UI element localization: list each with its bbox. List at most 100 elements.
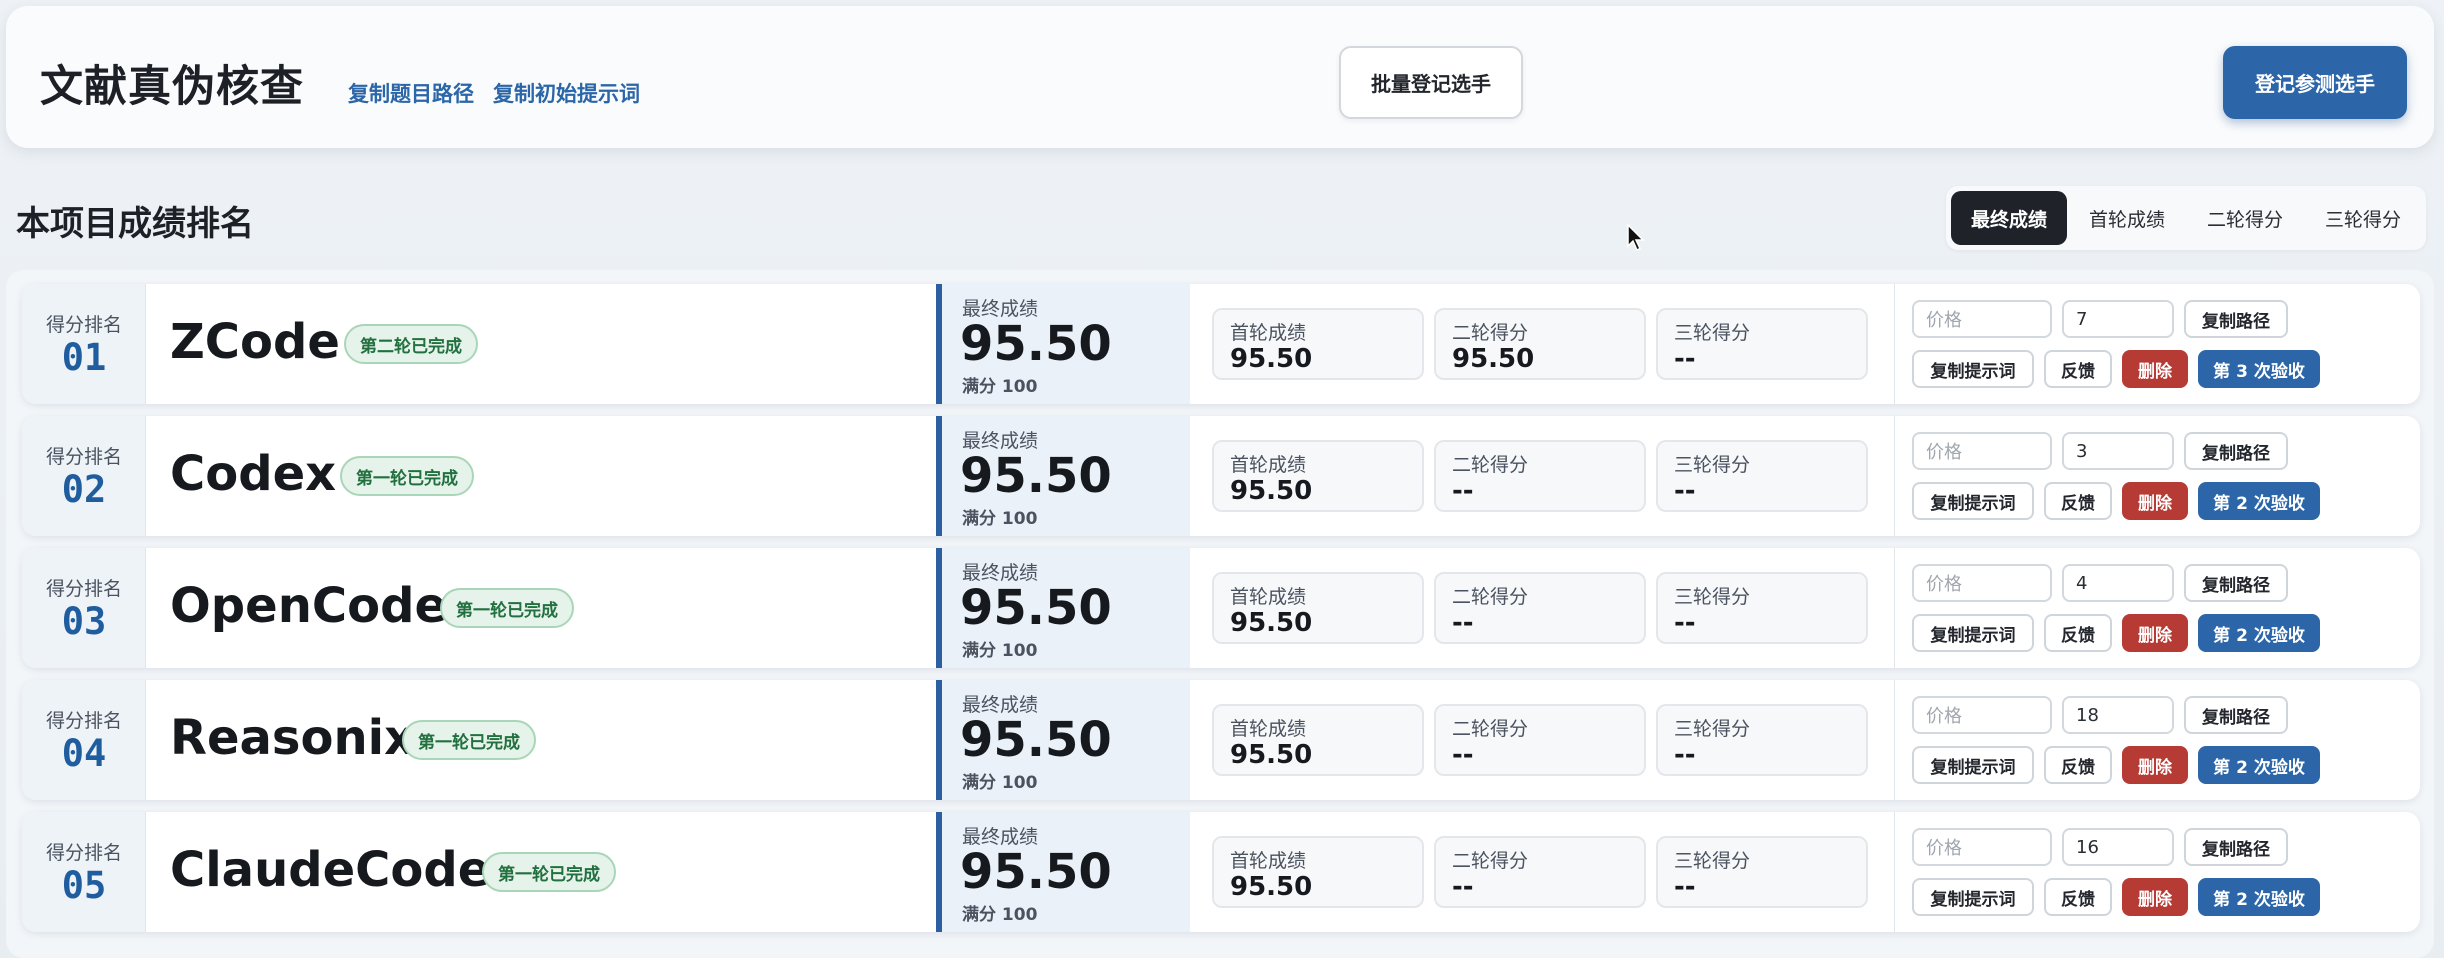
- round3-value: --: [1674, 344, 1696, 374]
- participant-name: ClaudeCode: [170, 842, 491, 898]
- final-score-box: 最终成绩 95.50 满分 100: [936, 812, 1190, 932]
- acceptance-button[interactable]: 第 3 次验收: [2198, 350, 2320, 388]
- ranking-row: 得分排名 03 OpenCode 第一轮已完成 最终成绩 95.50 满分 10…: [22, 548, 2420, 668]
- status-badge: 第一轮已完成: [440, 588, 574, 628]
- feedback-button[interactable]: 反馈: [2044, 350, 2112, 388]
- ranking-row: 得分排名 02 Codex 第一轮已完成 最终成绩 95.50 满分 100 首…: [22, 416, 2420, 536]
- round1-score-card: 首轮成绩 95.50: [1212, 440, 1424, 512]
- round1-label: 首轮成绩: [1230, 586, 1307, 608]
- price-input[interactable]: 价格: [1912, 300, 2052, 338]
- round1-value: 95.50: [1230, 608, 1313, 638]
- actions-divider: [1894, 548, 1895, 668]
- round2-label: 二轮得分: [1452, 454, 1529, 476]
- copy-prompt-button[interactable]: 复制提示词: [1912, 350, 2034, 388]
- tab-round2-score[interactable]: 二轮得分: [2187, 191, 2303, 245]
- copy-initial-prompt-link[interactable]: 复制初始提示词: [493, 78, 640, 108]
- count-input[interactable]: 16: [2062, 828, 2174, 866]
- batch-register-button[interactable]: 批量登记选手: [1339, 46, 1523, 119]
- delete-button[interactable]: 删除: [2122, 350, 2188, 388]
- participant-name: ZCode: [170, 314, 340, 370]
- mouse-cursor-icon: [1627, 224, 1645, 252]
- copy-prompt-button[interactable]: 复制提示词: [1912, 878, 2034, 916]
- top-header: 文献真伪核查 复制题目路径 复制初始提示词 批量登记选手 登记参测选手: [6, 6, 2434, 148]
- rank-number: 02: [61, 468, 107, 511]
- copy-task-path-link[interactable]: 复制题目路径: [348, 78, 474, 108]
- round3-label: 三轮得分: [1674, 586, 1751, 608]
- acceptance-button[interactable]: 第 2 次验收: [2198, 878, 2320, 916]
- rank-label: 得分排名: [45, 446, 122, 468]
- final-score-value: 95.50: [960, 844, 1112, 900]
- sort-tabs: 最终成绩 首轮成绩 二轮得分 三轮得分: [1946, 186, 2426, 250]
- copy-prompt-button[interactable]: 复制提示词: [1912, 746, 2034, 784]
- rank-box: 得分排名 03: [22, 548, 146, 668]
- delete-button[interactable]: 删除: [2122, 878, 2188, 916]
- round1-value: 95.50: [1230, 476, 1313, 506]
- count-input[interactable]: 18: [2062, 696, 2174, 734]
- acceptance-button[interactable]: 第 2 次验收: [2198, 746, 2320, 784]
- ranking-section-title: 本项目成绩排名: [16, 204, 254, 244]
- rank-box: 得分排名 04: [22, 680, 146, 800]
- copy-prompt-button[interactable]: 复制提示词: [1912, 614, 2034, 652]
- rank-label: 得分排名: [45, 314, 122, 336]
- copy-path-button[interactable]: 复制路径: [2184, 564, 2288, 602]
- round3-label: 三轮得分: [1674, 454, 1751, 476]
- copy-path-button[interactable]: 复制路径: [2184, 696, 2288, 734]
- round2-value: --: [1452, 740, 1474, 770]
- copy-prompt-button[interactable]: 复制提示词: [1912, 482, 2034, 520]
- price-input[interactable]: 价格: [1912, 828, 2052, 866]
- round1-score-card: 首轮成绩 95.50: [1212, 836, 1424, 908]
- round2-label: 二轮得分: [1452, 322, 1529, 344]
- round2-value: --: [1452, 476, 1474, 506]
- final-score-box: 最终成绩 95.50 满分 100: [936, 548, 1190, 668]
- round2-score-card: 二轮得分 --: [1434, 572, 1646, 644]
- count-input[interactable]: 7: [2062, 300, 2174, 338]
- rank-label: 得分排名: [45, 842, 122, 864]
- round3-label: 三轮得分: [1674, 718, 1751, 740]
- round1-label: 首轮成绩: [1230, 322, 1307, 344]
- round1-label: 首轮成绩: [1230, 850, 1307, 872]
- count-input[interactable]: 4: [2062, 564, 2174, 602]
- price-input[interactable]: 价格: [1912, 696, 2052, 734]
- feedback-button[interactable]: 反馈: [2044, 614, 2112, 652]
- round3-score-card: 三轮得分 --: [1656, 572, 1868, 644]
- round1-score-card: 首轮成绩 95.50: [1212, 572, 1424, 644]
- final-score-value: 95.50: [960, 448, 1112, 504]
- status-badge: 第一轮已完成: [482, 852, 616, 892]
- rank-number: 03: [61, 600, 107, 643]
- rank-box: 得分排名 02: [22, 416, 146, 536]
- register-participant-button[interactable]: 登记参测选手: [2223, 46, 2407, 119]
- tab-round1-score[interactable]: 首轮成绩: [2069, 191, 2185, 245]
- acceptance-button[interactable]: 第 2 次验收: [2198, 614, 2320, 652]
- rank-box: 得分排名 01: [22, 284, 146, 404]
- round3-value: --: [1674, 872, 1696, 902]
- acceptance-button[interactable]: 第 2 次验收: [2198, 482, 2320, 520]
- final-score-box: 最终成绩 95.50 满分 100: [936, 416, 1190, 536]
- copy-path-button[interactable]: 复制路径: [2184, 300, 2288, 338]
- ranking-row: 得分排名 01 ZCode 第二轮已完成 最终成绩 95.50 满分 100 首…: [22, 284, 2420, 404]
- price-input[interactable]: 价格: [1912, 564, 2052, 602]
- tab-round3-score[interactable]: 三轮得分: [2305, 191, 2421, 245]
- tab-final-score[interactable]: 最终成绩: [1951, 191, 2067, 245]
- feedback-button[interactable]: 反馈: [2044, 878, 2112, 916]
- delete-button[interactable]: 删除: [2122, 746, 2188, 784]
- feedback-button[interactable]: 反馈: [2044, 746, 2112, 784]
- participant-name: Codex: [170, 446, 337, 502]
- round2-score-card: 二轮得分 --: [1434, 440, 1646, 512]
- delete-button[interactable]: 删除: [2122, 614, 2188, 652]
- round3-score-card: 三轮得分 --: [1656, 308, 1868, 380]
- actions-divider: [1894, 680, 1895, 800]
- round1-value: 95.50: [1230, 872, 1313, 902]
- price-input[interactable]: 价格: [1912, 432, 2052, 470]
- status-badge: 第一轮已完成: [340, 456, 474, 496]
- delete-button[interactable]: 删除: [2122, 482, 2188, 520]
- round2-label: 二轮得分: [1452, 718, 1529, 740]
- feedback-button[interactable]: 反馈: [2044, 482, 2112, 520]
- final-score-value: 95.50: [960, 316, 1112, 372]
- count-input[interactable]: 3: [2062, 432, 2174, 470]
- actions-divider: [1894, 812, 1895, 932]
- copy-path-button[interactable]: 复制路径: [2184, 432, 2288, 470]
- round1-value: 95.50: [1230, 344, 1313, 374]
- copy-path-button[interactable]: 复制路径: [2184, 828, 2288, 866]
- participant-name: OpenCode: [170, 578, 448, 634]
- round3-label: 三轮得分: [1674, 322, 1751, 344]
